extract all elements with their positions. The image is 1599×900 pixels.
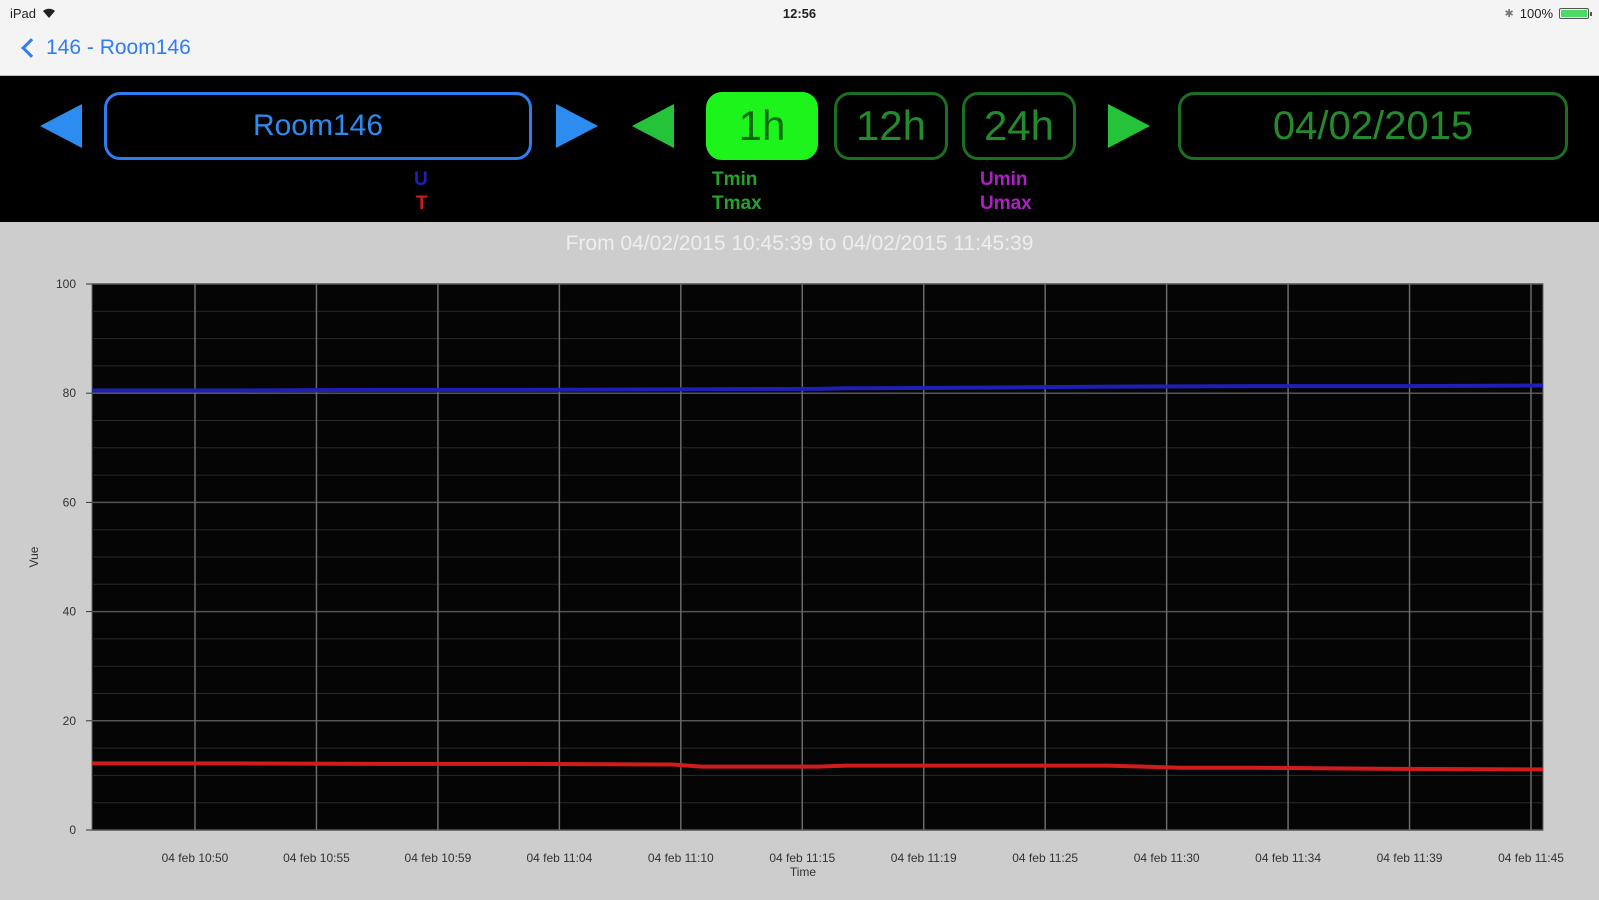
- room-selector[interactable]: Room146: [104, 92, 532, 160]
- legend-t[interactable]: T: [416, 192, 428, 216]
- y-tick-label: 20: [63, 714, 77, 728]
- y-tick-label: 40: [63, 605, 77, 619]
- chart-layer: 04 feb 10:50 04 feb 10:55 04 feb 10:59 04 f…: [27, 277, 1564, 879]
- x-tick-label: 04 feb 11:30: [1134, 851, 1200, 865]
- back-button-label: 146 - Room146: [46, 36, 191, 59]
- legend-u[interactable]: U: [414, 168, 428, 192]
- x-tick-label: 04 feb 11:25: [1012, 851, 1078, 865]
- history-chart: 04 feb 10:50 04 feb 10:55 04 feb 10:59 04 f…: [27, 277, 1564, 879]
- legend-umax[interactable]: Umax: [980, 192, 1032, 216]
- app-screen: iPad 12:56 ✱ 100% 146 - Room146 Room146 …: [0, 0, 1599, 900]
- range-12h-button[interactable]: 12h: [834, 92, 948, 160]
- legend-tmin[interactable]: Tmin: [712, 168, 757, 192]
- status-time: 12:56: [782, 6, 817, 21]
- legend-tmax[interactable]: Tmax: [712, 192, 762, 216]
- next-period-arrow-icon[interactable]: [1108, 104, 1150, 148]
- chevron-left-icon: [21, 38, 41, 58]
- range-24h-button[interactable]: 24h: [962, 92, 1076, 160]
- navigation-bar: 146 - Room146: [0, 28, 1599, 76]
- battery-fill: [1561, 10, 1587, 17]
- y-tick-label: 100: [56, 277, 76, 291]
- y-tick-label: 80: [63, 386, 77, 400]
- x-tick-label: 04 feb 11:15: [769, 851, 835, 865]
- x-tick-label: 04 feb 11:34: [1255, 851, 1321, 865]
- battery-percent: 100%: [1519, 6, 1553, 21]
- x-tick-label: 04 feb 10:55: [283, 851, 350, 865]
- y-tick-label: 0: [69, 823, 76, 837]
- x-tick-label: 04 feb 10:59: [405, 851, 472, 865]
- x-tick-label: 04 feb 11:39: [1377, 851, 1443, 865]
- y-axis-label: Vue: [27, 546, 41, 567]
- range-1h-button[interactable]: 1h: [706, 92, 818, 160]
- previous-period-arrow-icon[interactable]: [632, 104, 674, 148]
- y-tick-label: 60: [63, 495, 77, 509]
- next-room-arrow-icon[interactable]: [556, 104, 598, 148]
- battery-tip: [1590, 12, 1592, 16]
- back-button[interactable]: 146 - Room146: [16, 36, 191, 60]
- x-axis-label: Time: [790, 865, 817, 879]
- x-tick-label: 04 feb 11:45: [1498, 851, 1564, 865]
- status-right: ✱ 100%: [1504, 6, 1592, 21]
- previous-room-arrow-icon[interactable]: [40, 104, 82, 148]
- x-tick-label: 04 feb 11:19: [891, 851, 957, 865]
- status-bar: iPad 12:56 ✱ 100%: [0, 0, 1599, 28]
- battery-icon: [1559, 8, 1592, 19]
- legend-umin[interactable]: Umin: [980, 168, 1028, 192]
- x-tick-label: 04 feb 11:04: [526, 851, 592, 865]
- x-tick-label: 04 feb 11:10: [648, 851, 714, 865]
- x-tick-label: 04 feb 10:50: [162, 851, 229, 865]
- bluetooth-icon: ✱: [1504, 8, 1514, 20]
- time-range-caption: From 04/02/2015 10:45:39 to 04/02/2015 1…: [565, 232, 1034, 255]
- date-selector[interactable]: 04/02/2015: [1178, 92, 1568, 160]
